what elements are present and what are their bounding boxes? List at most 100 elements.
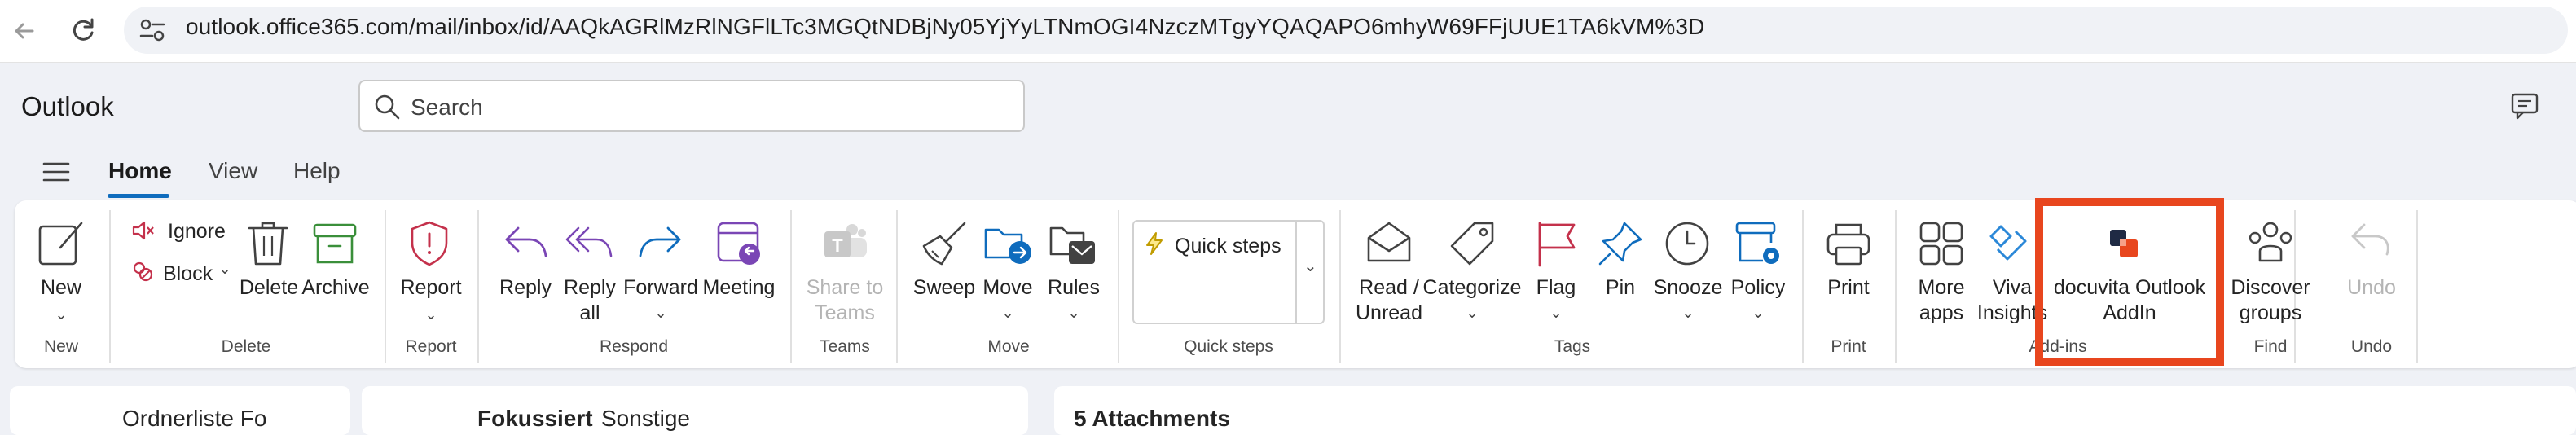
snooze-clock-icon[interactable] [1662,218,1712,269]
policy-icon[interactable] [1732,218,1783,269]
svg-text:T: T [832,235,843,256]
undo-button: Undo [2347,276,2396,299]
group-divider [1118,210,1119,363]
pin-icon[interactable] [1595,218,1646,269]
group-divider [109,210,111,363]
tab-help[interactable]: Help [293,158,341,184]
group-label-move: Move [987,337,1030,356]
chevron-down-icon[interactable]: ⌄ [1001,305,1013,322]
read-line1: Read / [1359,276,1419,299]
move-button[interactable]: Move [982,275,1032,301]
new-button[interactable]: New [41,275,81,301]
group-label-quick-steps: Quick steps [1184,337,1273,356]
archive-icon[interactable] [310,218,360,269]
reply-all-button[interactable]: Reply all [564,275,616,326]
rules-icon[interactable] [1048,218,1098,269]
report-shield-icon[interactable] [404,218,455,269]
hamburger-menu-icon[interactable] [42,160,70,184]
app-title: Outlook [21,91,114,121]
reading-pane [1054,386,2576,435]
attachments-count: 5 Attachments [1074,406,1230,431]
flag-button[interactable]: Flag [1536,275,1576,301]
read-unread-envelope-icon[interactable] [1364,218,1414,269]
search-input[interactable]: Search [358,80,1025,132]
delete-button[interactable]: Delete [240,275,298,301]
group-label-teams: Teams [820,337,870,356]
message-list-pane [362,386,1028,435]
group-label-delete: Delete [221,337,271,356]
pin-button[interactable]: Pin [1606,275,1635,301]
reply-all-line1: Reply [564,276,616,299]
back-arrow-icon[interactable] [8,15,41,47]
block-icon[interactable] [130,259,155,283]
chevron-down-icon[interactable]: ⌄ [1681,305,1694,322]
quick-steps-dropdown[interactable]: ⌄ [1295,220,1325,324]
more-apps-button[interactable]: More apps [1919,275,1965,326]
group-label-find: Find [2253,337,2288,356]
quick-steps-item[interactable]: Quick steps [1175,235,1281,258]
meeting-button[interactable]: Meeting [703,275,776,301]
lightning-icon [1146,232,1163,255]
block-button[interactable]: Block [163,262,213,286]
site-settings-icon[interactable] [138,17,166,43]
feedback-icon[interactable] [2509,91,2542,121]
group-divider [790,210,792,363]
print-icon[interactable] [1823,218,1874,269]
archive-button[interactable]: Archive [301,275,369,301]
reload-icon[interactable] [67,15,99,47]
tab-other[interactable]: Sonstige [601,406,690,432]
chevron-down-icon[interactable]: ⌄ [1067,305,1079,322]
reply-all-line2: all [579,301,600,324]
chevron-down-icon[interactable]: ⌄ [218,261,231,278]
ignore-icon[interactable] [130,218,155,243]
group-divider [1339,210,1341,363]
group-divider [385,210,386,363]
teams-line1: Share to [806,276,884,299]
discover-groups-button[interactable]: Discover groups [2231,275,2310,326]
viva-insights-icon[interactable] [1983,218,2033,269]
read-unread-button[interactable]: Read / Unread [1356,275,1422,326]
flag-icon[interactable] [1532,218,1582,269]
snooze-button[interactable]: Snooze [1654,275,1723,301]
chevron-down-icon[interactable]: ⌄ [654,305,666,322]
forward-icon[interactable] [635,218,686,269]
share-to-teams-button: Share to Teams [807,275,884,326]
more-line2: apps [1919,301,1964,324]
policy-button[interactable]: Policy [1731,275,1786,301]
chevron-down-icon[interactable]: ⌄ [1466,305,1478,322]
more-apps-grid-icon[interactable] [1916,218,1967,269]
categorize-tag-icon[interactable] [1447,218,1497,269]
forward-button[interactable]: Forward [623,275,698,301]
reply-all-icon[interactable] [564,218,614,269]
discover-groups-icon[interactable] [2245,218,2296,269]
group-divider [2416,210,2418,363]
sweep-broom-icon[interactable] [919,218,969,269]
report-button[interactable]: Report [400,275,461,301]
categorize-button[interactable]: Categorize [1423,275,1522,301]
sweep-button[interactable]: Sweep [913,275,975,301]
ignore-button[interactable]: Ignore [168,220,226,244]
group-label-undo: Undo [2350,337,2393,356]
reply-button[interactable]: Reply [499,275,552,301]
chevron-down-icon[interactable]: ⌄ [1752,305,1764,322]
chevron-down-icon[interactable]: ⌄ [55,306,67,323]
tab-home[interactable]: Home [108,158,172,184]
highlight-annotation-box [2035,198,2224,366]
active-tab-indicator [108,194,169,198]
folder-pane-text[interactable]: Ordnerliste Fo [122,406,266,432]
chevron-down-icon[interactable]: ⌄ [1550,305,1562,322]
tab-focused[interactable]: Fokussiert [477,406,593,432]
print-button[interactable]: Print [1827,275,1869,301]
delete-trash-icon[interactable] [243,218,293,269]
url-text[interactable]: outlook.office365.com/mail/inbox/id/AAQk… [186,14,1704,40]
meeting-icon[interactable] [714,218,764,269]
group-divider [1895,210,1897,363]
rules-button[interactable]: Rules [1048,275,1100,301]
chevron-down-icon[interactable]: ⌄ [424,306,437,323]
reply-icon[interactable] [500,218,551,269]
new-mail-icon[interactable] [36,218,86,269]
tab-view[interactable]: View [209,158,257,184]
group-divider [896,210,898,363]
move-folder-icon[interactable] [982,218,1033,269]
viva-line1: Viva [1992,276,2033,299]
